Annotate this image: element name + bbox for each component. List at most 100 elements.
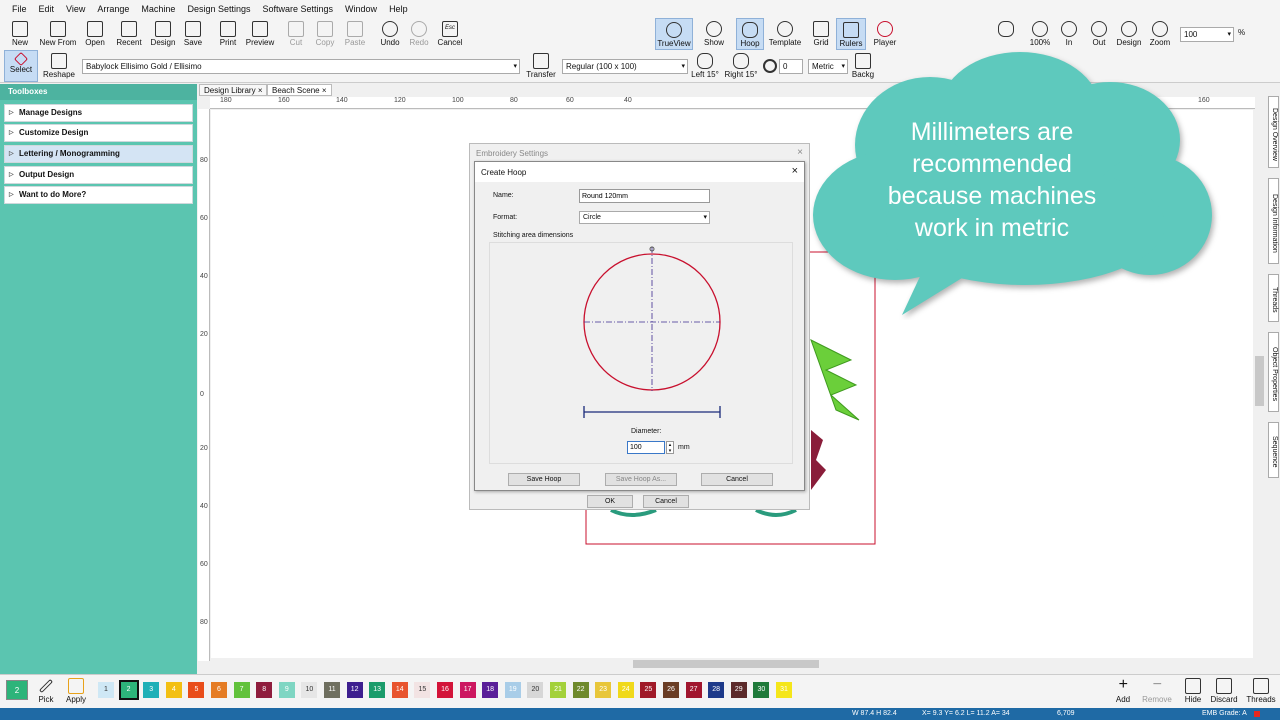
format-select[interactable]: Circle ▾ (579, 211, 710, 224)
tab-design-library[interactable]: Design Library × (199, 84, 268, 96)
menu-software-settings[interactable]: Software Settings (257, 4, 340, 14)
thread-swatch[interactable]: 20 (527, 682, 544, 698)
toolbox-output-design[interactable]: Output Design (4, 166, 193, 184)
menu-help[interactable]: Help (383, 4, 414, 14)
thread-swatch[interactable]: 26 (663, 682, 679, 698)
thread-swatch[interactable]: 9 (278, 682, 295, 698)
thread-swatch[interactable]: 4 (165, 682, 182, 698)
diameter-spinner[interactable]: ▴ ▾ (666, 441, 674, 454)
thread-swatch[interactable]: 2 (118, 680, 139, 700)
player-button[interactable]: Player (870, 18, 900, 50)
trueview-button[interactable]: TrueView (655, 18, 693, 50)
discard-button[interactable]: Discard (1208, 676, 1240, 706)
copy-button[interactable]: Copy (312, 18, 338, 50)
menu-window[interactable]: Window (339, 4, 383, 14)
apply-button[interactable]: Apply (62, 676, 90, 706)
recent-button[interactable]: Recent (112, 18, 146, 50)
thread-swatch[interactable]: 5 (188, 682, 205, 698)
close-icon[interactable]: × (797, 147, 803, 158)
pan-button[interactable] (996, 18, 1016, 50)
thread-swatch[interactable]: 18 (482, 682, 499, 698)
tab-design-information[interactable]: Design Information (1268, 178, 1279, 264)
thread-swatch[interactable]: 25 (640, 682, 657, 698)
close-icon[interactable]: × (322, 86, 327, 95)
menu-machine[interactable]: Machine (135, 4, 181, 14)
diameter-input[interactable] (627, 441, 665, 454)
angle-input[interactable]: 0 (779, 59, 803, 74)
toolbox-customize-design[interactable]: Customize Design (4, 124, 193, 142)
grid-button[interactable]: Grid (808, 18, 834, 50)
remove-color-button[interactable]: − Remove (1140, 676, 1174, 706)
select-button[interactable]: Select (4, 50, 38, 82)
tab-threads[interactable]: Threads (1268, 274, 1279, 322)
menu-design-settings[interactable]: Design Settings (181, 4, 256, 14)
zoom-out-button[interactable]: Out (1088, 18, 1110, 50)
tab-beach-scene[interactable]: Beach Scene × (267, 84, 332, 96)
thread-swatch[interactable]: 3 (143, 682, 160, 698)
threads-button[interactable]: Threads (1244, 676, 1278, 706)
menu-file[interactable]: File (6, 4, 33, 14)
hoop-button[interactable]: Hoop (736, 18, 764, 50)
print-button[interactable]: Print (214, 18, 242, 50)
reshape-button[interactable]: Reshape (42, 50, 76, 82)
hoop-cancel-button[interactable]: Cancel (701, 473, 773, 486)
tab-design-overview[interactable]: Design Overview (1268, 96, 1279, 168)
show-button[interactable]: Show (698, 18, 730, 50)
close-icon[interactable]: × (258, 86, 263, 95)
thread-swatch[interactable]: 10 (301, 682, 318, 698)
zoom-in-button[interactable]: In (1058, 18, 1080, 50)
scroll-thumb[interactable] (1255, 356, 1264, 406)
vertical-scrollbar[interactable] (1254, 110, 1265, 658)
thread-chart-select[interactable]: Babylock Ellisimo Gold / Ellisimo ▾ (82, 59, 520, 74)
thread-swatch[interactable]: 22 (572, 682, 589, 698)
toolbox-manage-designs[interactable]: Manage Designs (4, 104, 193, 122)
toolbox-lettering[interactable]: Lettering / Monogramming (4, 145, 193, 163)
ok-button[interactable]: OK (587, 495, 633, 508)
add-color-button[interactable]: + Add (1110, 676, 1136, 706)
save-hoop-button[interactable]: Save Hoop (508, 473, 580, 486)
transfer-button[interactable]: Transfer (524, 50, 558, 82)
zoom-design-button[interactable]: Design (1114, 18, 1144, 50)
thread-swatch[interactable]: 11 (324, 682, 340, 698)
template-button[interactable]: Template (766, 18, 804, 50)
new-button[interactable]: New (6, 18, 34, 50)
thread-swatch[interactable]: 24 (617, 682, 634, 698)
scroll-thumb[interactable] (633, 660, 819, 668)
zoom-button[interactable]: Zoom (1146, 18, 1174, 50)
thread-swatch[interactable]: 21 (550, 682, 566, 698)
preview-button[interactable]: Preview (244, 18, 276, 50)
rotate-left-button[interactable]: Left 15° (690, 50, 720, 82)
cut-button[interactable]: Cut (284, 18, 308, 50)
hoop-select[interactable]: Regular (100 x 100) ▾ (562, 59, 688, 74)
thread-swatch[interactable]: 1 (98, 682, 114, 698)
cancel-button[interactable]: Esc Cancel (436, 18, 464, 50)
thread-swatch[interactable]: 8 (256, 682, 273, 698)
save-hoop-as-button[interactable]: Save Hoop As... (605, 473, 677, 486)
rotate-right-button[interactable]: Right 15° (724, 50, 758, 82)
outer-cancel-button[interactable]: Cancel (643, 495, 689, 508)
undo-button[interactable]: Undo (376, 18, 404, 50)
design-button[interactable]: Design (148, 18, 178, 50)
thread-swatch[interactable]: 13 (369, 682, 386, 698)
thread-swatch[interactable]: 29 (730, 682, 747, 698)
hide-button[interactable]: Hide (1180, 676, 1206, 706)
current-color-swatch[interactable]: 2 (6, 680, 28, 700)
paste-button[interactable]: Paste (342, 18, 368, 50)
zoom-100-button[interactable]: 100% (1026, 18, 1054, 50)
menu-arrange[interactable]: Arrange (91, 4, 135, 14)
pick-button[interactable]: Pick (34, 676, 58, 706)
zoom-level-select[interactable]: 100 ▾ (1180, 27, 1234, 42)
thread-swatch[interactable]: 23 (595, 682, 612, 698)
open-button[interactable]: Open (82, 18, 108, 50)
thread-swatch[interactable]: 6 (211, 682, 227, 698)
thread-swatch[interactable]: 12 (346, 682, 363, 698)
thread-swatch[interactable]: 31 (776, 682, 792, 698)
thread-swatch[interactable]: 7 (233, 682, 250, 698)
thread-swatch[interactable]: 14 (391, 682, 408, 698)
thread-swatch[interactable]: 30 (753, 682, 770, 698)
thread-swatch[interactable]: 16 (437, 682, 453, 698)
hoop-name-input[interactable] (579, 189, 710, 203)
close-icon[interactable]: × (792, 165, 798, 177)
thread-swatch[interactable]: 19 (504, 682, 521, 698)
new-from-button[interactable]: New From (38, 18, 78, 50)
